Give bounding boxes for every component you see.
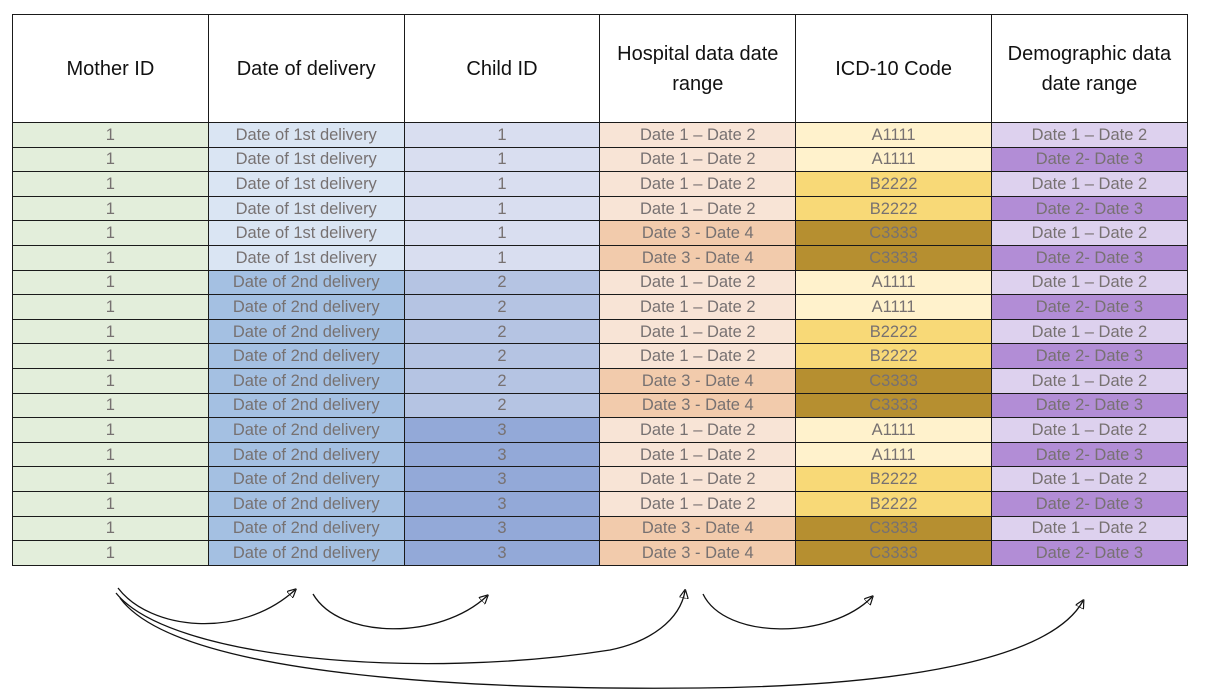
arrow-mother-to-delivery [117,587,295,625]
linkage-arrows [115,587,1209,689]
arrow-delivery-to-child [312,593,487,630]
arrow-mother-to-hospital [115,591,685,665]
arrow-hospital-to-icd10 [702,593,872,630]
arrow-mother-to-demographic [119,597,1083,689]
